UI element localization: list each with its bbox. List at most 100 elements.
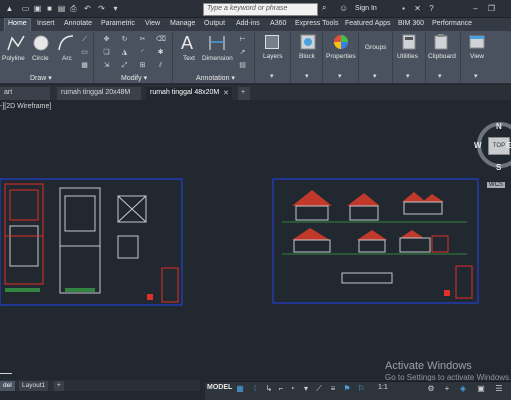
hatch-icon[interactable]: ▦ [80, 62, 89, 70]
rectangle-icon[interactable]: ▭ [80, 49, 89, 57]
block-icon[interactable] [300, 34, 316, 50]
mirror-icon[interactable]: ◮ [120, 49, 129, 57]
properties-button[interactable]: Properties [326, 53, 356, 60]
sign-in-link[interactable]: Sign In [355, 5, 377, 12]
dimension-icon[interactable] [207, 34, 227, 52]
layers-dropdown-icon[interactable]: ▾ [270, 72, 274, 80]
annotation-visibility-icon[interactable]: ⚑ [342, 383, 352, 394]
tab-layout1[interactable]: Layout1 [19, 381, 49, 391]
array-icon[interactable]: ⊞ [138, 62, 147, 70]
cart-icon[interactable]: ▪ [398, 3, 409, 14]
fillet-icon[interactable]: ◜ [138, 49, 147, 57]
tab-bim-360[interactable]: BIM 360 [398, 20, 424, 27]
rotate-icon[interactable]: ↻ [120, 36, 129, 44]
redo-icon[interactable]: ↷ [96, 3, 107, 14]
tab-home[interactable]: Home [4, 18, 31, 31]
fullscreen-icon[interactable]: ▣ [476, 383, 486, 394]
save-icon[interactable]: ■ [44, 3, 55, 14]
clipboard-icon[interactable] [434, 34, 448, 50]
tab-view[interactable]: View [145, 20, 160, 27]
polar-icon[interactable]: ◔ [287, 383, 297, 394]
tab-a360[interactable]: A360 [270, 20, 286, 27]
line-icon[interactable]: ⟋ [80, 36, 89, 44]
isodraft-icon[interactable]: ⟋ [314, 383, 324, 394]
open-file-icon[interactable]: ▣ [32, 3, 43, 14]
viewcube-east[interactable]: E [506, 141, 511, 150]
properties-dropdown-icon[interactable]: ▾ [338, 72, 342, 80]
tab-manage[interactable]: Manage [170, 20, 195, 27]
model-space-button[interactable]: MODEL [207, 384, 232, 391]
arc-icon[interactable] [57, 34, 75, 52]
osnap-icon[interactable]: ▾ [301, 383, 311, 394]
tab-express-tools[interactable]: Express Tools [295, 20, 338, 27]
utilities-dropdown-icon[interactable]: ▾ [406, 72, 410, 80]
snap-icon[interactable]: ⁞ [250, 383, 260, 394]
polyline-icon[interactable] [6, 34, 26, 52]
text-icon[interactable]: A [181, 33, 193, 54]
linear-dim-icon[interactable]: ⊢ [238, 36, 247, 44]
wcs-menu[interactable]: WCS [487, 182, 505, 188]
help-icon[interactable]: ? [426, 3, 437, 14]
viewcube-north[interactable]: N [496, 122, 502, 131]
new-tab-button[interactable]: + [238, 87, 250, 100]
tab-insert[interactable]: Insert [37, 20, 55, 27]
properties-icon[interactable] [333, 34, 349, 50]
undo-icon[interactable]: ↶ [82, 3, 93, 14]
save-as-icon[interactable]: ▤ [56, 3, 67, 14]
viewport-controls[interactable]: -][2D Wireframe] [0, 103, 51, 110]
exchange-icon[interactable]: ✕ [412, 3, 423, 14]
clipboard-button[interactable]: Clipboard [428, 53, 456, 60]
minimize-icon[interactable]: – [470, 3, 481, 14]
doc-tab-rumah-48x20[interactable]: rumah tinggal 48x20M [146, 87, 232, 100]
modify-panel-title[interactable]: Modify ▾ [121, 74, 147, 82]
tab-output[interactable]: Output [204, 20, 225, 27]
view-icon[interactable] [469, 34, 485, 50]
tab-model[interactable]: del [0, 381, 15, 391]
isolate-icon[interactable]: ◈ [458, 383, 468, 394]
new-file-icon[interactable]: ▭ [20, 3, 31, 14]
block-dropdown-icon[interactable]: ▾ [305, 72, 309, 80]
block-button[interactable]: Block [299, 53, 315, 60]
doc-tab-start[interactable]: art [0, 87, 50, 100]
new-layout-button[interactable]: + [54, 381, 64, 391]
circle-button[interactable]: Circle [32, 55, 49, 62]
restore-icon[interactable]: ❐ [486, 3, 497, 14]
infer-icon[interactable]: ↳ [264, 383, 274, 394]
search-input[interactable]: Type a keyword or phrase [203, 3, 318, 16]
copy-icon[interactable]: ❏ [102, 49, 111, 57]
explode-icon[interactable]: ✱ [156, 49, 165, 57]
move-icon[interactable]: ✥ [102, 36, 111, 44]
annotation-scale-icon[interactable]: ⚐ [356, 383, 366, 394]
table-icon[interactable]: ▤ [238, 62, 247, 70]
tab-parametric[interactable]: Parametric [101, 20, 135, 27]
erase-icon[interactable]: ⌫ [156, 36, 166, 44]
tab-performance[interactable]: Performance [432, 20, 472, 27]
annotation-panel-title[interactable]: Annotation ▾ [196, 74, 235, 82]
close-tab-icon[interactable]: ✕ [223, 89, 229, 97]
stretch-icon[interactable]: ⇲ [102, 62, 111, 70]
viewcube-south[interactable]: S [496, 163, 501, 172]
lineweight-icon[interactable]: ≡ [328, 383, 338, 394]
tab-add-ins[interactable]: Add-ins [236, 20, 260, 27]
customize-icon[interactable]: ☰ [494, 383, 504, 394]
polyline-button[interactable]: Polyline [2, 55, 25, 62]
command-line[interactable] [0, 373, 12, 374]
text-button[interactable]: Text [183, 55, 195, 62]
grid-icon[interactable]: ▦ [235, 383, 245, 394]
autocad-logo-icon[interactable]: ▲ [4, 3, 15, 14]
view-button[interactable]: View [470, 53, 484, 60]
view-dropdown-icon[interactable]: ▾ [474, 72, 478, 80]
groups-button[interactable]: Groups [365, 44, 386, 51]
circle-icon[interactable] [32, 34, 50, 52]
offset-icon[interactable]: ⫽ [156, 62, 165, 70]
plus-icon[interactable]: + [442, 383, 452, 394]
ortho-icon[interactable]: ⌐ [276, 383, 286, 394]
tab-featured-apps[interactable]: Featured Apps [345, 20, 391, 27]
doc-tab-rumah-20x48[interactable]: rumah tinggal 20x48M [57, 87, 141, 100]
search-icon[interactable]: ⌕ [322, 3, 332, 15]
layers-button[interactable]: Layers [263, 53, 283, 60]
draw-panel-title[interactable]: Draw ▾ [30, 74, 52, 82]
scale-icon[interactable]: ⤢ [120, 62, 129, 70]
annotation-scale-value[interactable]: 1:1 [378, 384, 388, 391]
tab-annotate[interactable]: Annotate [64, 20, 92, 27]
